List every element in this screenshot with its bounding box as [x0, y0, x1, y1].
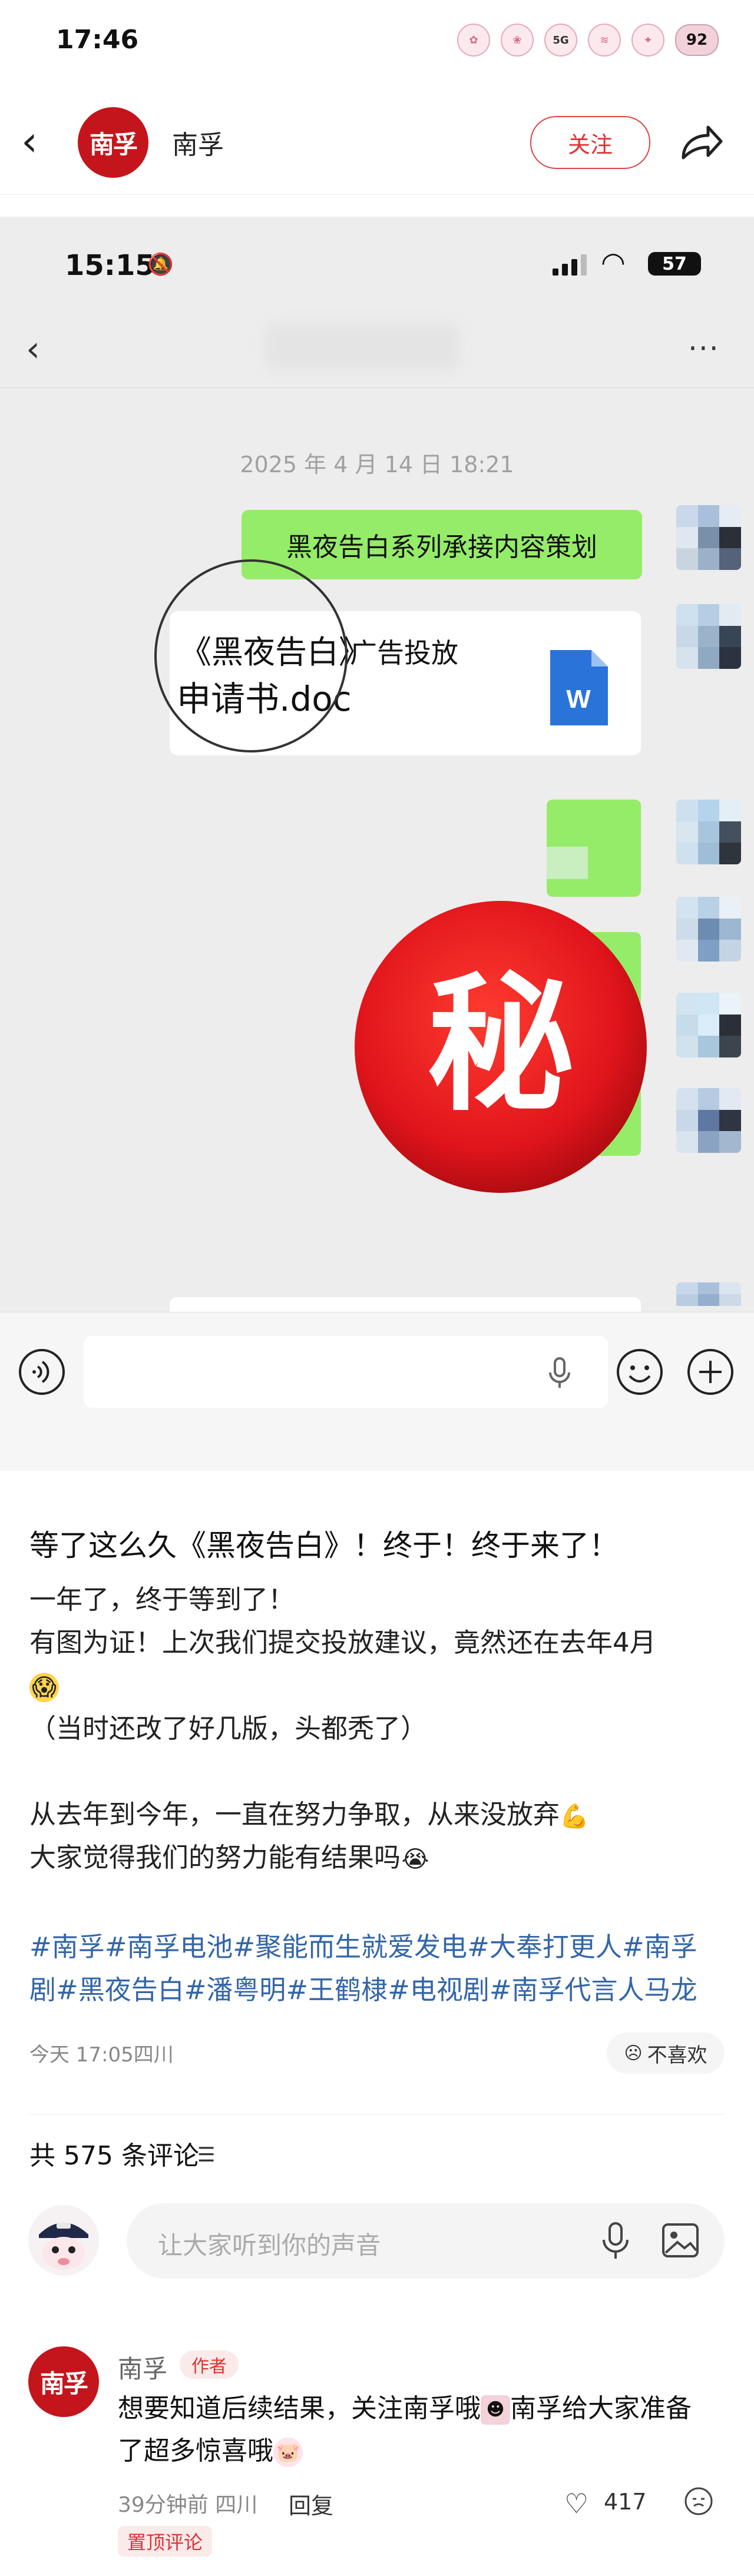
secret-stamp-icon: 秘 — [355, 901, 647, 1193]
blurred-chat-title — [265, 323, 459, 370]
chat-input-bar — [0, 1312, 754, 1471]
flexed-biceps-icon: 💪 — [560, 1803, 589, 1830]
blurred-avatar — [676, 993, 741, 1057]
screenshot-time: 15:15 — [65, 249, 155, 282]
commenter-avatar[interactable]: 南孚 — [28, 2346, 99, 2417]
image-upload-icon[interactable] — [660, 2220, 701, 2261]
blurred-avatar — [676, 897, 741, 962]
brand-logo[interactable]: 南孚 — [78, 107, 148, 178]
dislike-button[interactable]: ☹ 不喜欢 — [607, 2033, 725, 2074]
word-letter: W — [566, 685, 591, 714]
back-button[interactable]: ‹ — [21, 121, 38, 162]
heart-icon[interactable]: ♡ — [564, 2488, 588, 2519]
post-line: 从去年到今年，一直在努力争取，从来没放弃 — [29, 1799, 560, 1830]
post-line: （当时还改了好几版，头都秃了） — [29, 1713, 428, 1744]
voice-input-icon — [19, 1349, 65, 1395]
post-meta: 今天 17:05四川 — [29, 2043, 174, 2067]
plus-icon — [687, 1349, 733, 1395]
comment-segment: 南孚给大家准备 — [510, 2393, 692, 2424]
post-line: 有图为证！上次我们提交投放建议，竟然还在去年4月 — [29, 1627, 656, 1658]
hashtag-line[interactable]: 剧#黑夜告白#潘粤明#王鹤棣#电视剧#南孚代言人马龙 — [29, 1968, 725, 2011]
blurred-avatar — [676, 505, 741, 570]
scared-emoji-icon: 😱 — [29, 1664, 725, 1707]
sort-icon[interactable]: ☰ — [197, 2143, 215, 2167]
comment-input-placeholder[interactable]: 让大家听到你的声音 — [158, 2226, 381, 2262]
post-line-blank — [29, 1750, 725, 1793]
chat-nav-bar: ‹ ··· — [0, 305, 754, 388]
account-name[interactable]: 南孚 — [172, 124, 224, 161]
file-name-suffix: 广告投放 — [350, 637, 458, 669]
post-line: 一年了，终于等到了！ — [29, 1584, 295, 1615]
word-file-icon: W — [550, 650, 608, 725]
chat-text-input — [84, 1336, 608, 1408]
signal-icon: ✦ — [631, 24, 664, 57]
censored-message — [547, 800, 641, 897]
screenshot-battery: 57 — [648, 252, 701, 276]
comment-line: 想要知道后续结果，关注南孚哦 ☻ 南孚给大家准备 — [118, 2388, 719, 2430]
post-line-with-emoji: 从去年到今年，一直在努力争取，从来没放弃💪 — [29, 1793, 725, 1836]
comment-segment: 想要知道后续结果，关注南孚哦 — [118, 2393, 481, 2424]
comment-meta: 39分钟前 四川 — [118, 2493, 258, 2517]
microphone-icon — [549, 1357, 570, 1388]
post-hashtags[interactable]: #南孚#南孚电池#聚能而生就爱发电#大奉打更人#南孚 剧#黑夜告白#潘粤明#王鹤… — [29, 1925, 725, 2011]
chat-back-icon: ‹ — [26, 329, 40, 370]
pig-emoji-icon: 🐷 — [273, 2438, 303, 2467]
avatar-illustration-icon — [28, 2205, 99, 2276]
comment-options-icon[interactable] — [683, 2486, 714, 2517]
app-header: ‹ 南孚 南孚 关注 — [0, 94, 754, 195]
sad-face-icon: ☹ — [624, 2043, 643, 2064]
blurred-avatar — [676, 1088, 741, 1153]
pinned-comment-badge: 置顶评论 — [118, 2526, 212, 2557]
wifi-icon: ◠ — [601, 246, 626, 279]
post-title: 等了这么久《黑夜告白》！终于！终于来了！ — [29, 1529, 619, 1563]
user-avatar[interactable] — [28, 2205, 99, 2276]
app-icon: ❀ — [501, 24, 534, 57]
chat-screenshot-image: 15:15 🔕 ◠ 57 ‹ ··· 2025 年 4 月 14 日 18:21 — [0, 217, 754, 1471]
character-emoji-icon: ☻ — [481, 2395, 510, 2425]
commenter-name[interactable]: 南孚 — [118, 2349, 167, 2385]
blurred-avatar — [676, 604, 741, 669]
magnifier-circle — [154, 559, 348, 752]
post-line: 大家觉得我们的努力能有结果吗 — [29, 1842, 401, 1873]
chat-message: 黑夜告白系列承接内容策划 — [242, 510, 642, 579]
post-line-with-emoji: 大家觉得我们的努力能有结果吗😭 — [29, 1836, 725, 1879]
reply-button[interactable]: 回复 — [289, 2488, 333, 2520]
hashtag-line[interactable]: #南孚#南孚电池#聚能而生就爱发电#大奉打更人#南孚 — [29, 1925, 725, 1968]
stamp-character: 秘 — [427, 959, 574, 1130]
microphone-icon[interactable] — [598, 2220, 633, 2261]
follow-button[interactable]: 关注 — [530, 116, 650, 169]
network-icon: 5G — [544, 24, 577, 57]
comment-count: 共 575 条评论 — [29, 2141, 199, 2171]
crying-face-icon: 😭 — [401, 1846, 429, 1873]
like-count: 417 — [604, 2489, 647, 2515]
share-icon[interactable] — [672, 117, 725, 170]
status-icons: ✿ ❀ 5G ≋ ✦ 92 — [457, 24, 719, 57]
emoji-icon — [617, 1349, 663, 1395]
more-icon: ··· — [688, 331, 720, 366]
blurred-avatar — [676, 800, 741, 864]
comment-text: 想要知道后续结果，关注南孚哦 ☻ 南孚给大家准备 了超多惊喜哦 🐷 — [118, 2388, 719, 2472]
network-label: 5G — [553, 34, 569, 47]
chat-timestamp: 2025 年 4 月 14 日 18:21 — [240, 452, 514, 478]
wifi-icon: ≋ — [588, 24, 621, 57]
dislike-label: 不喜欢 — [647, 2043, 707, 2067]
notification-icon: ✿ — [457, 24, 490, 57]
mute-bell-icon: 🔕 — [147, 253, 174, 277]
author-badge: 作者 — [180, 2350, 239, 2379]
battery-indicator: 92 — [675, 24, 719, 56]
comment-segment: 了超多惊喜哦 — [118, 2436, 273, 2466]
status-time: 17:46 — [56, 25, 139, 55]
comment-line: 了超多惊喜哦 🐷 — [118, 2430, 719, 2472]
cell-signal-icon — [553, 252, 587, 276]
post-body: 一年了，终于等到了！ 有图为证！上次我们提交投放建议，竟然还在去年4月 😱 （当… — [29, 1578, 725, 1879]
